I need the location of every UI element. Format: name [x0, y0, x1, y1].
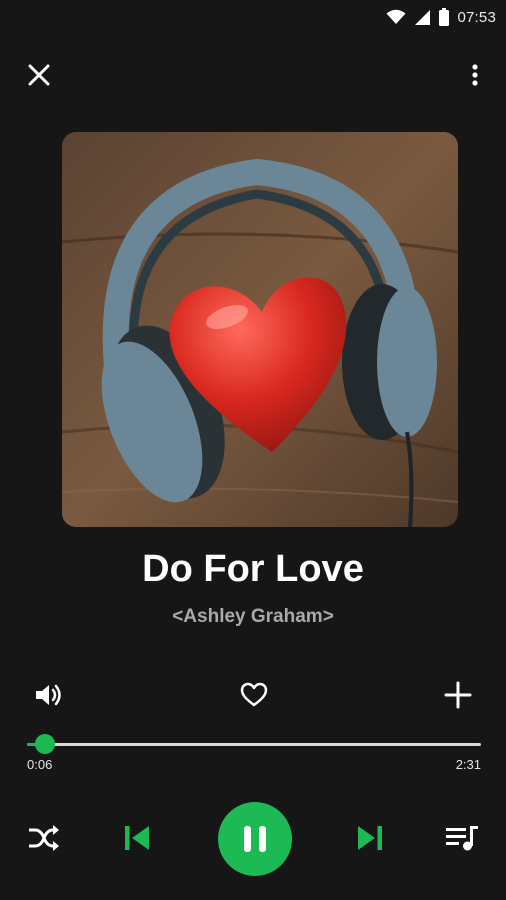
favorite-button[interactable]: [236, 678, 272, 712]
more-vertical-icon: [472, 64, 478, 86]
shuffle-icon: [29, 825, 59, 851]
volume-button[interactable]: [30, 678, 66, 712]
plus-icon: [444, 681, 472, 709]
track-title: Do For Love: [142, 548, 364, 590]
more-options-button[interactable]: [460, 58, 490, 92]
progress-thumb[interactable]: [35, 734, 56, 754]
shuffle-button[interactable]: [24, 818, 64, 858]
elapsed-time: 0:06: [27, 757, 53, 772]
heart-outline-icon: [240, 682, 268, 707]
skip-next-icon: [358, 826, 382, 850]
add-to-playlist-button[interactable]: [440, 678, 476, 712]
album-art-image: [62, 132, 458, 527]
status-bar: 07:53: [0, 0, 506, 34]
status-icons: 07:53: [386, 7, 496, 27]
next-button[interactable]: [350, 818, 390, 858]
skip-previous-icon: [125, 826, 149, 850]
queue-music-icon: [446, 826, 478, 851]
close-icon: [28, 64, 50, 86]
play-pause-button[interactable]: [218, 802, 292, 876]
progress-bar[interactable]: [27, 734, 481, 754]
previous-button[interactable]: [117, 818, 157, 858]
signal-icon: [415, 9, 431, 25]
battery-icon: [439, 8, 450, 26]
wifi-icon: [386, 9, 406, 24]
track-artist[interactable]: <Ashley Graham>: [0, 606, 506, 628]
volume-icon: [36, 684, 61, 706]
status-time: 07:53: [457, 8, 496, 26]
total-duration: 2:31: [455, 757, 481, 772]
queue-button[interactable]: [442, 818, 482, 858]
pause-icon: [244, 826, 266, 852]
close-button[interactable]: [22, 58, 56, 92]
album-cover: [62, 132, 458, 527]
